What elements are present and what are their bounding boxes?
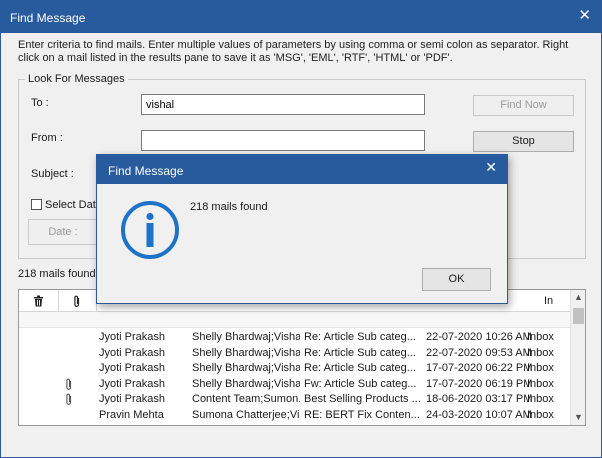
find-message-window: Find Message ✕ Enter criteria to find ma… xyxy=(0,0,602,458)
table-row[interactable]: Jyoti Prakash Shelly Bhardwaj;Visha... Re:… xyxy=(19,361,571,376)
window-title: Find Message xyxy=(10,11,86,25)
cell-folder: Inbox xyxy=(527,393,554,405)
cell-date: 17-07-2020 06:22 PM xyxy=(426,362,533,374)
cell-to: Content Team;Sumon... xyxy=(192,393,300,405)
cell-from: Pravin Mehta xyxy=(99,408,164,421)
cell-subject: Re: Article Sub categ... xyxy=(304,346,416,359)
window-titlebar: Find Message ✕ xyxy=(1,1,601,33)
mails-found-count: 218 mails found xyxy=(18,268,96,280)
cell-to: Shelly Bhardwaj;Visha... xyxy=(192,362,300,374)
select-date-label: Select Date xyxy=(45,199,102,211)
cell-subject: Re: Article Sub categ... xyxy=(304,362,416,374)
look-for-messages-legend: Look For Messages xyxy=(25,73,128,85)
window-close-icon[interactable]: ✕ xyxy=(578,6,591,24)
table-row[interactable]: Jyoti Prakash Content Team;Sumon... Best S… xyxy=(19,392,571,407)
from-label: From : xyxy=(31,132,63,144)
cell-date: 17-07-2020 06:19 PM xyxy=(426,377,533,390)
cell-subject: RE: BERT Fix Conten... xyxy=(304,408,420,421)
cell-from: Jyoti Prakash xyxy=(99,362,166,374)
dialog-titlebar: Find Message ✕ xyxy=(97,155,507,184)
table-row[interactable]: Jyoti Prakash Shelly Bhardwaj;Visha... Re:… xyxy=(19,330,571,345)
cell-subject: Best Selling Products ... xyxy=(304,393,421,405)
cell-subject: Fw: Article Sub categ... xyxy=(304,377,417,390)
find-message-dialog: Find Message ✕ 218 mails found OK xyxy=(96,154,508,304)
from-field[interactable] xyxy=(141,130,425,151)
date-button[interactable]: Date : xyxy=(28,219,98,245)
cell-from: Jyoti Prakash xyxy=(99,346,166,359)
stop-button[interactable]: Stop xyxy=(473,131,574,152)
table-row[interactable]: Jyoti Prakash Shelly Bhardwaj;Visha... Re:… xyxy=(19,346,571,361)
cell-folder: Inbox xyxy=(527,408,554,421)
cell-to: Shelly Bhardwaj;Visha... xyxy=(192,331,300,343)
find-now-button[interactable]: Find Now xyxy=(473,95,574,116)
info-icon xyxy=(119,199,181,261)
ok-button[interactable]: OK xyxy=(422,268,491,291)
subject-label: Subject : xyxy=(31,168,74,180)
cell-folder: Inbox xyxy=(527,362,554,374)
cell-to: Shelly Bhardwaj;Visha... xyxy=(192,346,300,359)
cell-to: Sumona Chatterjee;Vi... xyxy=(192,408,300,421)
cell-to: Shelly Bhardwaj;Visha... xyxy=(192,377,300,390)
scroll-up-icon[interactable]: ▲ xyxy=(571,292,585,302)
table-row[interactable]: Pravin Mehta Sumona Chatterjee;Vi... RE: B… xyxy=(19,408,571,423)
cell-date: 18-06-2020 03:17 PM xyxy=(426,393,533,405)
table-row[interactable]: Jyoti Prakash Shelly Bhardwaj;Visha... Fw:… xyxy=(19,377,571,392)
delete-column-header[interactable] xyxy=(19,290,59,312)
cell-date: 24-03-2020 10:07 AM xyxy=(426,408,532,421)
cell-folder: Inbox xyxy=(527,346,554,359)
cell-from: Jyoti Prakash xyxy=(99,393,166,405)
filter-row[interactable] xyxy=(19,312,571,328)
cell-subject: Re: Article Sub categ... xyxy=(304,331,416,343)
cell-date: 22-07-2020 09:53 AM xyxy=(426,346,532,359)
scroll-thumb[interactable] xyxy=(573,308,584,324)
trash-icon xyxy=(33,295,44,307)
results-vertical-scrollbar[interactable]: ▲ ▼ xyxy=(570,290,585,425)
cell-date: 22-07-2020 10:26 AM xyxy=(426,331,532,343)
paperclip-icon xyxy=(73,295,81,308)
cell-folder: Inbox xyxy=(527,331,554,343)
instructions-text: Enter criteria to find mails. Enter mult… xyxy=(18,39,569,64)
to-label: To : xyxy=(31,97,49,109)
results-grid: In Folder Jyoti PrakashShelly Bhardwaj;V… xyxy=(18,289,586,426)
dialog-close-icon[interactable]: ✕ xyxy=(485,159,497,176)
select-date-checkbox[interactable] xyxy=(31,199,42,210)
attachment-column-header[interactable] xyxy=(59,290,97,312)
cell-from: Jyoti Prakash xyxy=(99,377,166,390)
to-field[interactable] xyxy=(141,94,425,115)
cell-folder: Inbox xyxy=(527,377,554,390)
cell-from: Jyoti Prakash xyxy=(99,331,166,343)
dialog-title: Find Message xyxy=(108,164,184,178)
dialog-message: 218 mails found xyxy=(190,201,268,213)
scroll-down-icon[interactable]: ▼ xyxy=(571,412,585,422)
